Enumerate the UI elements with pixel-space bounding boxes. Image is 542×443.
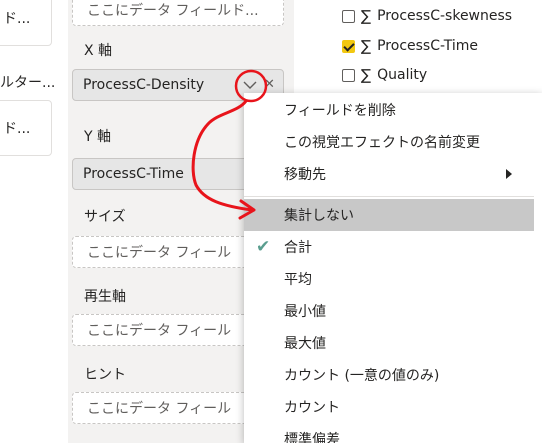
tooltip-label: ヒント	[84, 367, 126, 383]
menu-item-count[interactable]: カウント	[244, 391, 534, 423]
checkmark-icon: ✔	[256, 237, 271, 257]
field-row-quality[interactable]: ∑ Quality	[342, 64, 427, 86]
y-axis-field-name: ProcessC-Time	[83, 166, 184, 182]
field-label: Quality	[377, 67, 428, 83]
menu-divider	[244, 196, 534, 197]
chevron-down-icon[interactable]	[240, 75, 260, 95]
left-card-bottom-text: ド...	[3, 121, 31, 137]
menu-item-label: 集計しない	[284, 208, 354, 224]
left-card-top[interactable]: ド...	[0, 0, 52, 46]
menu-item-maximum[interactable]: 最大値	[244, 327, 534, 359]
checkbox[interactable]	[342, 9, 355, 23]
field-row-processc-time[interactable]: ∑ ProcessC-Time	[342, 35, 478, 57]
menu-item-dont-summarize[interactable]: 集計しない	[244, 199, 534, 231]
x-axis-label: X 軸	[84, 43, 113, 59]
field-label: ProcessC-skewness	[377, 8, 513, 24]
size-well-placeholder: ここにデータ フィール	[87, 245, 232, 261]
left-panel: ド... ルター... ド...	[0, 0, 55, 443]
menu-item-label: カウント	[284, 400, 340, 416]
top-field-well[interactable]: ここにデータ フィールド...	[72, 0, 284, 26]
menu-item-label: この視覚エフェクトの名前変更	[284, 135, 480, 151]
menu-item-label: 最大値	[284, 336, 326, 352]
menu-item-label: 移動先	[284, 167, 326, 183]
menu-item-label: 合計	[284, 240, 312, 256]
left-card-top-text: ド...	[3, 11, 31, 27]
menu-item-label: 最小値	[284, 304, 326, 320]
menu-item-sum[interactable]: ✔ 合計	[244, 231, 534, 263]
size-label: サイズ	[84, 209, 126, 225]
menu-item-std-dev[interactable]: 標準偏差	[244, 423, 534, 443]
x-axis-field-name: ProcessC-Density	[83, 77, 205, 93]
menu-item-average[interactable]: 平均	[244, 263, 534, 295]
play-axis-label: 再生軸	[84, 289, 126, 305]
tooltip-well-placeholder: ここにデータ フィール	[87, 401, 232, 417]
sigma-icon: ∑	[361, 37, 372, 55]
menu-item-move-to[interactable]: 移動先	[244, 158, 534, 190]
menu-item-label: フィールドを削除	[284, 103, 396, 119]
y-axis-label: Y 軸	[84, 129, 112, 145]
field-label: ProcessC-Time	[377, 38, 479, 54]
menu-item-label: 平均	[284, 272, 312, 288]
remove-field-icon[interactable]: ✕	[264, 77, 275, 92]
checkbox[interactable]	[342, 68, 355, 82]
filter-label: ルター...	[0, 75, 56, 91]
play-axis-well-placeholder: ここにデータ フィール	[87, 323, 232, 339]
left-card-bottom[interactable]: ド...	[0, 100, 52, 156]
menu-item-count-distinct[interactable]: カウント (一意の値のみ)	[244, 359, 534, 391]
sigma-icon: ∑	[361, 7, 372, 25]
field-row-processc-skewness[interactable]: ∑ ProcessC-skewness	[342, 5, 512, 27]
menu-item-label: カウント (一意の値のみ)	[284, 368, 440, 384]
menu-item-rename[interactable]: この視覚エフェクトの名前変更	[244, 126, 534, 158]
context-menu: フィールドを削除 この視覚エフェクトの名前変更 移動先 集計しない ✔ 合計 平…	[244, 93, 542, 443]
menu-item-remove-field[interactable]: フィールドを削除	[244, 94, 534, 126]
checkbox-checked[interactable]	[342, 39, 355, 53]
top-well-placeholder: ここにデータ フィールド...	[87, 3, 259, 19]
submenu-arrow-icon	[506, 169, 512, 179]
menu-item-minimum[interactable]: 最小値	[244, 295, 534, 327]
sigma-icon: ∑	[361, 66, 372, 84]
menu-item-label: 標準偏差	[284, 432, 340, 443]
